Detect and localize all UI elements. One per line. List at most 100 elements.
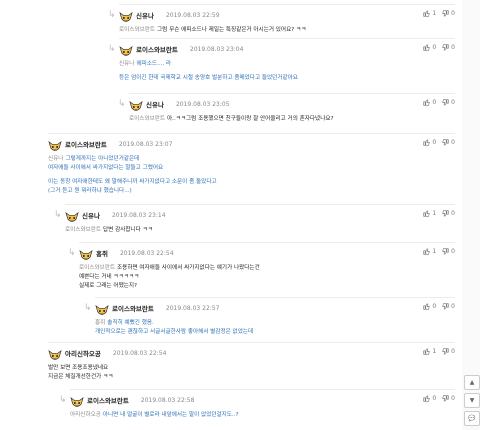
downvote-button[interactable]: 0 — [442, 10, 455, 17]
avatar-icon[interactable] — [95, 302, 109, 315]
comment-author[interactable]: 홍쥐 — [96, 248, 108, 258]
mention-tag[interactable]: 신유나 — [48, 156, 63, 162]
comment-author[interactable]: 로이스와브란트 — [87, 395, 129, 405]
comment-author[interactable]: 신유나 — [136, 10, 154, 20]
comment-date: 2019.08.03 23:14 — [111, 211, 166, 219]
comment-divider — [129, 93, 455, 94]
reply-arrow-icon: ↳ — [68, 248, 76, 258]
downvote-button[interactable]: 0 — [442, 99, 455, 106]
downvote-button[interactable]: 0 — [442, 395, 455, 402]
downvote-button[interactable]: 0 — [442, 348, 455, 355]
comment-author[interactable]: 아리신하오공 — [65, 348, 101, 358]
avatar-icon[interactable] — [119, 9, 133, 22]
comment-text: 로이스와브란트 그럼 무슨 에피소드나 제일는 특징같은거 아시는거 있어요? ㅋ… — [119, 26, 306, 35]
downvote-button[interactable]: 0 — [442, 303, 455, 310]
comment-author[interactable]: 신유나 — [82, 210, 100, 220]
vote-box: 00 — [423, 99, 455, 106]
comment-text: 벌만 보면 조용조용냈네요 — [48, 364, 108, 373]
vote-box: 00 — [423, 44, 455, 51]
comment-date: 2019.08.03 22:58 — [140, 396, 195, 404]
reply-arrow-icon: ↳ — [59, 395, 67, 405]
upvote-button[interactable]: 0 — [423, 99, 436, 106]
comment-text: 개인적으로는 괜찮하고 서글서글한사람 좋아해서 별감정은 없었는데 — [95, 328, 253, 337]
upvote-button[interactable]: 0 — [423, 303, 436, 310]
avatar-icon[interactable] — [79, 247, 93, 260]
mention-tag[interactable]: 신유나 — [119, 61, 134, 67]
comment-line: 실제로 그래는 어땠는지? — [79, 283, 137, 289]
reply-arrow-icon: ↳ — [108, 10, 116, 20]
thumbs-up-icon — [423, 248, 431, 255]
upvote-count: 0 — [432, 99, 437, 106]
scroll-up-button[interactable]: ▲ — [464, 375, 480, 390]
comment-header: 아리신하오공 2019.08.03 22:54 — [48, 346, 166, 360]
avatar-icon[interactable] — [70, 394, 84, 407]
downvote-count: 0 — [451, 248, 455, 255]
comment-divider — [48, 133, 455, 134]
upvote-button[interactable]: 1 — [423, 10, 436, 17]
comment-line: 그렇게까지는 아니었던거같은데 — [65, 156, 140, 162]
upvote-count: 1 — [432, 210, 437, 217]
avatar-icon[interactable] — [119, 43, 133, 56]
scroll-controls: ▲ ▼ 💬 — [462, 0, 480, 430]
thumbs-down-icon — [442, 99, 449, 106]
comment-author[interactable]: 로이스와브란트 — [65, 139, 107, 149]
downvote-button[interactable]: 0 — [442, 139, 455, 146]
comment-line: 지금은 체질개선한건가 ㅋㅋ — [48, 374, 114, 380]
downvote-count: 0 — [451, 348, 455, 355]
downvote-button[interactable]: 0 — [442, 248, 455, 255]
comment-text: 여자애들 사이에서 싸가지없다는 말들고 그랬어요 — [48, 164, 163, 173]
upvote-button[interactable]: 0 — [423, 139, 436, 146]
comment-line: 아..ㅋㅋ그럼 조용했으면 친구들이랑 잘 안어울리고 거의 혼자다녔나요? — [167, 116, 334, 122]
upvote-count: 1 — [432, 248, 437, 255]
mention-tag[interactable]: 아리신하오공 — [70, 412, 101, 418]
comment-line: 답변 감사합니다 ㅋㅋ — [103, 227, 153, 233]
thumbs-down-icon — [442, 395, 449, 402]
upvote-count: 0 — [432, 303, 437, 310]
thumbs-up-icon — [423, 303, 431, 310]
comment-line: 개인적으로는 괜찮하고 서글서글한사람 좋아해서 별감정은 없었는데 — [95, 329, 254, 335]
mention-tag[interactable]: 홍쥐 — [95, 320, 105, 326]
comment-text: 이는 동창 여자애한테도 왜 말해주니까 싸가지없다고 소문이 좀 돌았다고 — [48, 178, 217, 187]
reply-arrow-icon: ↳ — [84, 303, 92, 313]
thumbs-up-icon — [423, 44, 431, 51]
comment-author[interactable]: 신유나 — [146, 99, 164, 109]
scroll-down-button[interactable]: ▼ — [464, 393, 480, 408]
comment-author[interactable]: 로이스와브란트 — [136, 44, 178, 54]
upvote-button[interactable]: 1 — [423, 248, 436, 255]
comment-text: 아리신하오공 아니면 내 얼굴이 별로라 내앞에서는 말이 없었던걸지도..? — [70, 411, 238, 420]
vote-box: 00 — [423, 395, 455, 402]
downvote-count: 0 — [451, 44, 455, 51]
mention-tag[interactable]: 로이스와브란트 — [65, 227, 101, 233]
thumbs-up-icon — [423, 99, 431, 106]
avatar-icon[interactable] — [48, 347, 62, 360]
thumbs-down-icon — [442, 248, 449, 255]
thumbs-down-icon — [442, 303, 449, 310]
upvote-button[interactable]: 0 — [423, 395, 436, 402]
upvote-button[interactable]: 1 — [423, 210, 436, 217]
reply-jump-button[interactable]: 💬 — [464, 411, 480, 426]
avatar-icon[interactable] — [65, 209, 79, 222]
upvote-button[interactable]: 1 — [423, 348, 436, 355]
downvote-button[interactable]: 0 — [442, 44, 455, 51]
upvote-count: 1 — [432, 348, 437, 355]
thumbs-up-icon — [423, 395, 431, 402]
avatar-icon[interactable] — [48, 138, 62, 151]
comment-header: 신유나 2019.08.03 23:05 — [129, 97, 230, 111]
comment-text: 로이스와브란트 답변 감사합니다 ㅋㅋ — [65, 226, 153, 235]
upvote-button[interactable]: 0 — [423, 44, 436, 51]
upvote-count: 0 — [432, 44, 437, 51]
downvote-button[interactable]: 0 — [442, 210, 455, 217]
mention-tag[interactable]: 로이스와브란트 — [79, 265, 115, 271]
vote-box: 10 — [423, 210, 455, 217]
comment-divider — [119, 38, 455, 39]
comment-line: 그럼 무슨 에피소드나 제일는 특징같은거 아시는거 있어요? ㅋㅋ — [157, 27, 307, 33]
avatar-icon[interactable] — [129, 98, 143, 111]
mention-tag[interactable]: 로이스와브란트 — [129, 116, 165, 122]
comment-divider — [119, 4, 455, 5]
thumbs-down-icon — [442, 139, 449, 146]
comment-author[interactable]: 로이스와브란트 — [112, 303, 154, 313]
mention-tag[interactable]: 로이스와브란트 — [119, 27, 155, 33]
comment-text: 로이스와브란트 아..ㅋㅋ그럼 조용했으면 친구들이랑 잘 안어울리고 거의 혼자… — [129, 115, 333, 124]
downvote-count: 0 — [451, 210, 455, 217]
comment-header: 로이스와브란트 2019.08.03 22:58 — [70, 393, 194, 407]
